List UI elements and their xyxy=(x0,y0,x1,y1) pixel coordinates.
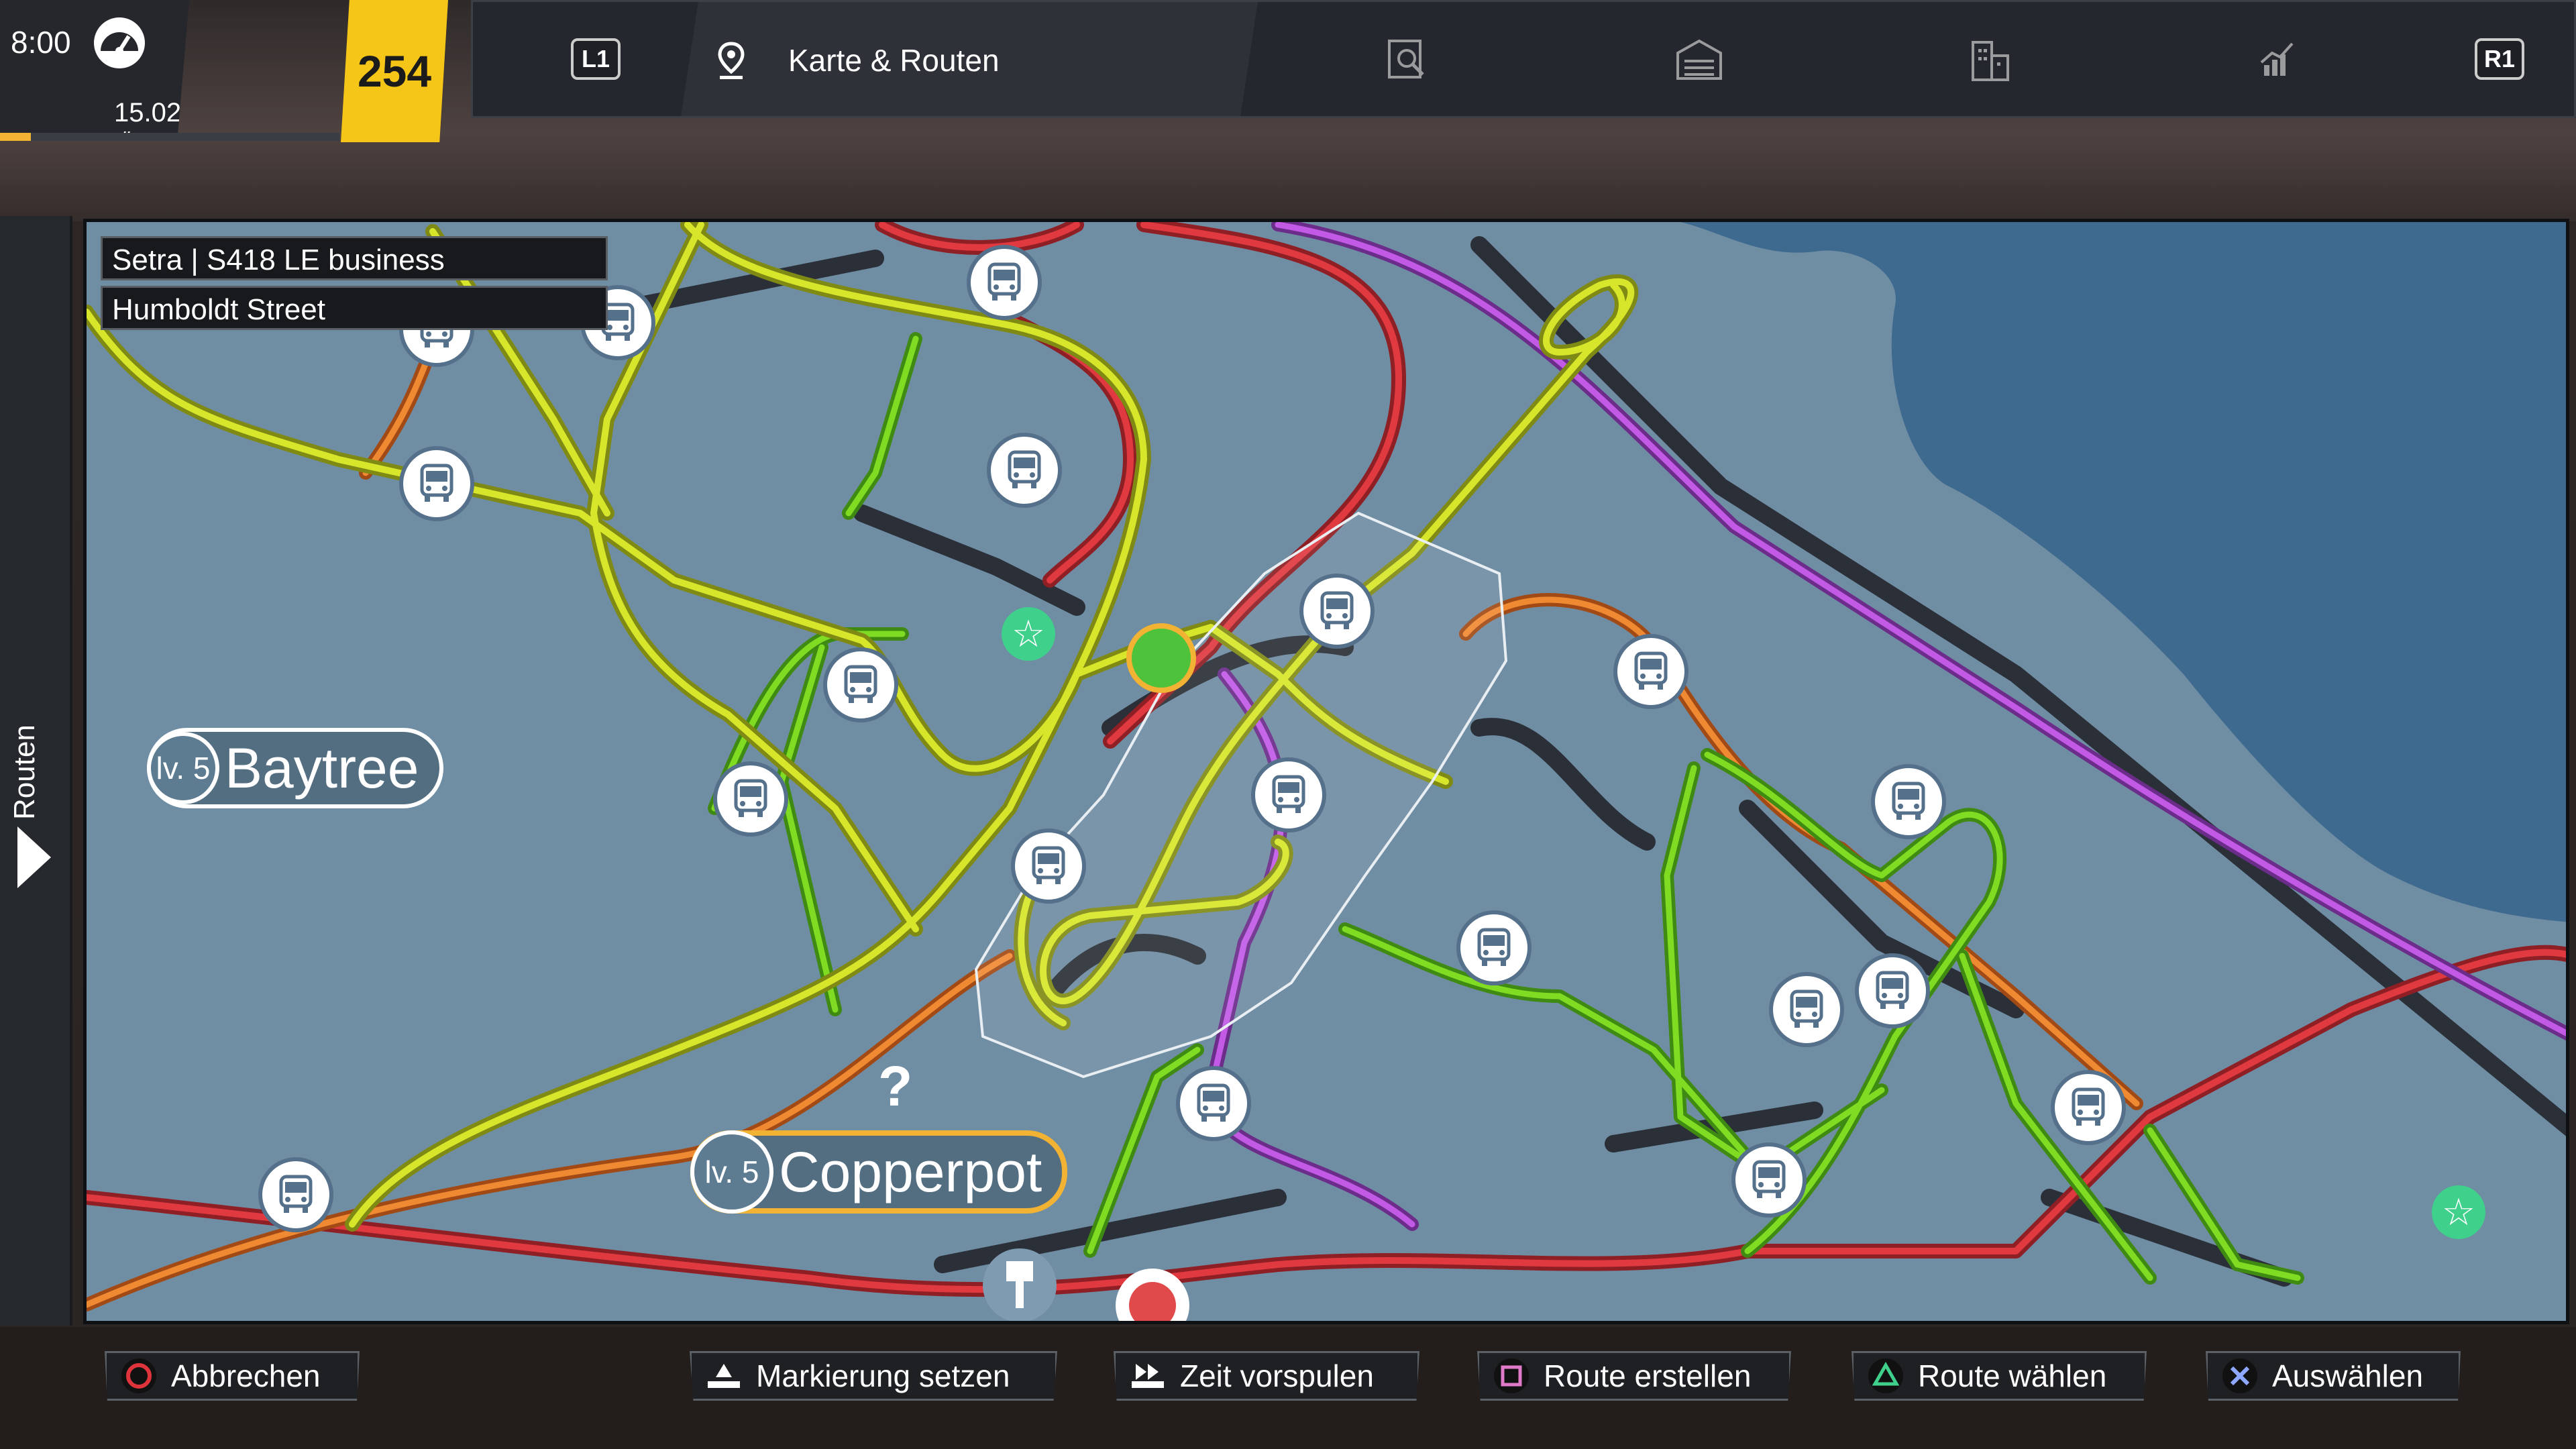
select-route-label: Route wählen xyxy=(1918,1358,2107,1393)
bus-stop-icon[interactable] xyxy=(2051,1070,2126,1145)
select-label: Auswählen xyxy=(2272,1358,2424,1393)
bus-stop-icon[interactable] xyxy=(1769,972,1844,1047)
marker-icon xyxy=(708,1364,740,1388)
district-level-badge: lv. 5 xyxy=(690,1130,773,1214)
bus-stop-icon[interactable] xyxy=(1855,953,1930,1028)
star-marker-icon[interactable]: ☆ xyxy=(1002,607,1055,661)
cancel-label: Abbrechen xyxy=(171,1358,321,1393)
select-button[interactable]: Auswählen xyxy=(2206,1351,2461,1401)
level-progress-bar xyxy=(0,133,339,141)
vehicle-info-panel: Setra | S418 LE business Humboldt Street xyxy=(101,236,608,335)
selected-stop-icon[interactable] xyxy=(1126,623,1196,693)
depot-icon[interactable] xyxy=(1672,33,1726,87)
time-speed-icon xyxy=(94,17,145,68)
map-canvas xyxy=(87,222,2566,1311)
buildings-icon[interactable] xyxy=(1964,33,2017,87)
set-marker-label: Markierung setzen xyxy=(756,1358,1010,1393)
create-route-label: Route erstellen xyxy=(1544,1358,1752,1393)
top-navigation: L1 Karte & Routen R1 xyxy=(471,0,2576,118)
bus-model-label: Setra | S418 LE business xyxy=(101,236,608,280)
bus-stop-icon[interactable] xyxy=(1613,634,1688,709)
cross-button-icon xyxy=(2222,1358,2257,1393)
bus-stop-icon[interactable] xyxy=(1456,910,1532,985)
map-pin-icon xyxy=(718,42,745,79)
bus-stop-icon[interactable] xyxy=(823,647,898,722)
bus-stop-icon[interactable] xyxy=(258,1157,333,1232)
district-level-badge: lv. 5 xyxy=(147,732,219,804)
fast-forward-label: Zeit vorspulen xyxy=(1180,1358,1374,1393)
bus-stop-icon[interactable] xyxy=(987,433,1062,508)
square-button-icon xyxy=(1494,1358,1529,1393)
bus-stop-icon[interactable] xyxy=(1251,757,1326,833)
street-name-label: Humboldt Street xyxy=(101,286,608,330)
hud-time: 8:00 xyxy=(11,25,71,60)
bus-stop-icon[interactable] xyxy=(1011,828,1086,904)
bus-stop-icon[interactable] xyxy=(1731,1142,1807,1218)
triangle-button-icon xyxy=(1868,1358,1903,1393)
district-name: Copperpot xyxy=(779,1140,1042,1203)
select-route-button[interactable]: Route wählen xyxy=(1851,1351,2147,1401)
active-tab-title: Karte & Routen xyxy=(788,43,1000,78)
fast-forward-icon xyxy=(1132,1364,1164,1388)
bus-stop-icon[interactable] xyxy=(399,446,474,521)
level-progress-fill xyxy=(0,133,31,141)
player-level-badge: 254 xyxy=(341,0,448,142)
sidebar-label: Routen xyxy=(8,724,41,820)
search-map-icon[interactable] xyxy=(1380,33,1434,87)
create-route-button[interactable]: Route erstellen xyxy=(1477,1351,1791,1401)
hud-panel: 8:00 15.022.055,77 ₡ xyxy=(0,0,189,134)
routes-sidebar[interactable]: Routen xyxy=(0,216,72,1326)
bus-stop-icon[interactable] xyxy=(1871,764,1946,839)
fast-forward-button[interactable]: Zeit vorspulen xyxy=(1114,1351,1419,1401)
set-marker-button[interactable]: Markierung setzen xyxy=(690,1351,1057,1401)
l1-button[interactable]: L1 xyxy=(571,38,621,80)
paintbrush-icon[interactable] xyxy=(983,1248,1057,1321)
cancel-button[interactable]: Abbrechen xyxy=(105,1351,360,1401)
unknown-district-marker: ? xyxy=(878,1055,913,1118)
bus-stop-icon[interactable] xyxy=(967,245,1042,320)
stats-icon[interactable] xyxy=(2251,33,2304,87)
district-label-baytree[interactable]: lv. 5 Baytree xyxy=(147,728,443,808)
r1-button[interactable]: R1 xyxy=(2475,38,2524,80)
city-map[interactable]: lv. 5 Baytree lv. 5 Copperpot ? ☆ ☆ xyxy=(83,219,2569,1324)
bus-stop-icon[interactable] xyxy=(713,761,788,837)
district-label-copperpot[interactable]: lv. 5 Copperpot xyxy=(690,1130,1068,1214)
bus-stop-icon[interactable] xyxy=(1299,574,1375,649)
star-marker-icon[interactable]: ☆ xyxy=(2432,1185,2485,1239)
district-name: Baytree xyxy=(225,736,419,800)
bus-stop-icon[interactable] xyxy=(1176,1066,1251,1141)
expand-arrow-icon[interactable] xyxy=(17,826,51,888)
circle-button-icon xyxy=(121,1358,156,1393)
